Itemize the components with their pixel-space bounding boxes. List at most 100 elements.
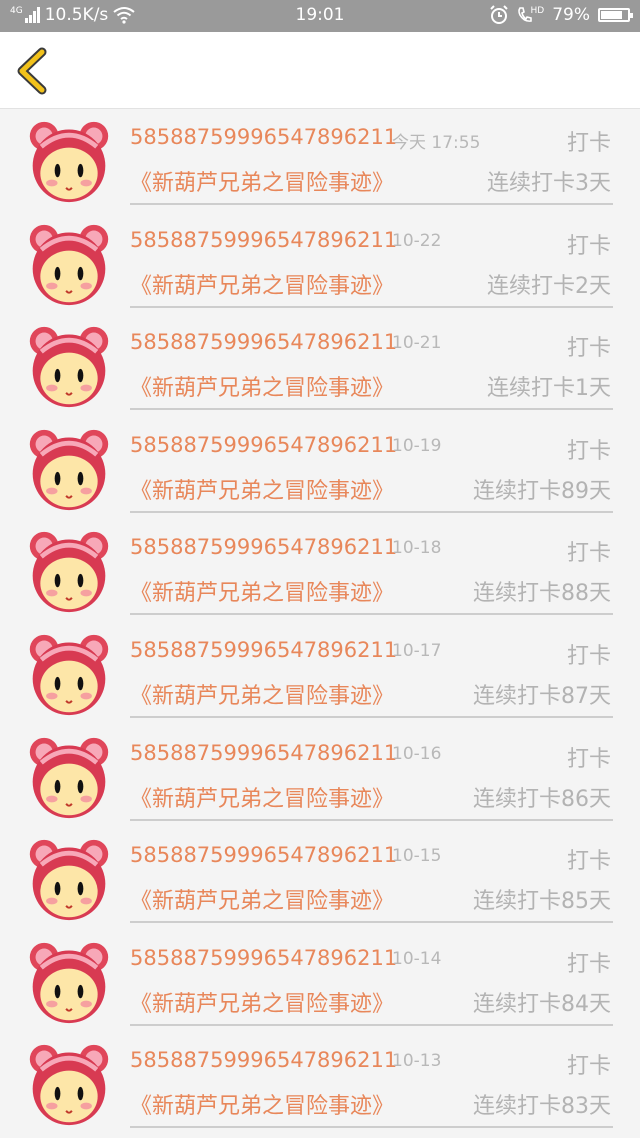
- avatar: [29, 224, 109, 305]
- record-detail-row: 《新葫芦兄弟之冒险事迹》 连续打卡87天: [130, 678, 613, 718]
- checkin-action: 打卡: [566, 131, 611, 156]
- avatar: [29, 737, 109, 818]
- record-detail-row: 《新葫芦兄弟之冒险事迹》 连续打卡2天: [130, 268, 613, 308]
- checkin-action: 打卡: [566, 541, 611, 567]
- alarm-icon: [489, 5, 508, 24]
- record-detail-row: 《新葫芦兄弟之冒险事迹》 连续打卡3天: [130, 165, 613, 205]
- record-detail-row: 《新葫芦兄弟之冒险事迹》 连续打卡89天: [130, 473, 613, 513]
- checkin-streak: 连续打卡86天: [473, 786, 611, 812]
- checkin-date: 10-21: [392, 333, 442, 354]
- checkin-date: 10-16: [392, 743, 442, 764]
- checkin-date: 10-14: [392, 948, 442, 969]
- book-title: 《新葫芦兄弟之冒险事迹》: [130, 273, 395, 299]
- book-title: 《新葫芦兄弟之冒险事迹》: [130, 786, 395, 812]
- book-title: 《新葫芦兄弟之冒险事迹》: [130, 991, 395, 1017]
- hd-label: HD: [530, 6, 545, 16]
- checkin-record-list: 5858875999654789621​1 今天 17:55 打卡 《新葫芦兄弟…: [0, 109, 640, 1135]
- checkin-streak: 连续打卡88天: [473, 581, 611, 607]
- list-item[interactable]: 58588759996547896211 10-22 打卡 《新葫芦兄弟之冒险事…: [0, 212, 640, 315]
- user-id: 58588759996547896211: [130, 1048, 398, 1073]
- checkin-streak: 连续打卡89天: [473, 478, 611, 504]
- book-title: 《新葫芦兄弟之冒险事迹》: [130, 683, 395, 709]
- back-button[interactable]: [12, 46, 56, 96]
- user-id: 58588759996547896211: [130, 740, 398, 765]
- list-item[interactable]: 58588759996547896211 10-19 打卡 《新葫芦兄弟之冒险事…: [0, 417, 640, 520]
- record-header-row: 58588759996547896211 10-22 打卡: [130, 227, 613, 259]
- user-id: 58588759996547896211: [130, 637, 398, 662]
- user-id: 58588759996547896211: [130, 330, 398, 355]
- user-id: 58588759996547896211: [130, 535, 398, 560]
- checkin-streak: 连续打卡1天: [487, 376, 611, 402]
- avatar: [29, 942, 109, 1023]
- record-header-row: 58588759996547896211 10-17 打卡: [130, 637, 613, 669]
- checkin-date: 10-13: [392, 1051, 442, 1072]
- user-id: 58588759996547896211: [130, 843, 398, 868]
- book-title: 《新葫芦兄弟之冒险事迹》: [130, 171, 395, 196]
- list-item[interactable]: 58588759996547896211 10-18 打卡 《新葫芦兄弟之冒险事…: [0, 519, 640, 622]
- battery-percent: 79%: [552, 5, 590, 25]
- checkin-date: 今天 17:55: [392, 133, 481, 153]
- list-item[interactable]: 58588759996547896211 10-17 打卡 《新葫芦兄弟之冒险事…: [0, 622, 640, 725]
- checkin-streak: 连续打卡84天: [473, 991, 611, 1017]
- record-header-row: 58588759996547896211 10-13 打卡: [130, 1048, 613, 1080]
- record-header-row: 58588759996547896211 10-18 打卡: [130, 535, 613, 567]
- list-item[interactable]: 5858875999654789621​1 今天 17:55 打卡 《新葫芦兄弟…: [0, 109, 640, 212]
- nav-bar: [0, 32, 640, 109]
- list-item[interactable]: 58588759996547896211 10-15 打卡 《新葫芦兄弟之冒险事…: [0, 827, 640, 930]
- checkin-streak: 连续打卡87天: [473, 683, 611, 709]
- avatar: [29, 327, 109, 408]
- status-right: HD 79%: [489, 5, 633, 25]
- user-id: 58588759996547896211: [130, 432, 398, 457]
- record-detail-row: 《新葫芦兄弟之冒险事迹》 连续打卡84天: [130, 986, 613, 1026]
- checkin-date: 10-19: [392, 435, 442, 456]
- list-item[interactable]: 58588759996547896211 10-21 打卡 《新葫芦兄弟之冒险事…: [0, 314, 640, 417]
- list-item[interactable]: 58588759996547896211 10-14 打卡 《新葫芦兄弟之冒险事…: [0, 930, 640, 1033]
- checkin-streak: 连续打卡3天: [487, 171, 611, 196]
- checkin-date: 10-18: [392, 538, 442, 559]
- record-header-row: 58588759996547896211 10-15 打卡: [130, 843, 613, 875]
- status-bar: 4G 10.5K/s 19:01 HD 79%: [0, 0, 640, 32]
- record-header-row: 58588759996547896211 10-16 打卡: [130, 740, 613, 772]
- checkin-action: 打卡: [566, 233, 611, 259]
- record-detail-row: 《新葫芦兄弟之冒险事迹》 连续打卡83天: [130, 1088, 613, 1129]
- avatar: [29, 121, 109, 203]
- checkin-action: 打卡: [566, 849, 611, 875]
- checkin-action: 打卡: [566, 1054, 611, 1080]
- list-item[interactable]: 58588759996547896211 10-16 打卡 《新葫芦兄弟之冒险事…: [0, 725, 640, 828]
- checkin-action: 打卡: [566, 336, 611, 362]
- user-id: 58588759996547896211: [130, 945, 398, 970]
- checkin-action: 打卡: [566, 951, 611, 977]
- checkin-date: 10-15: [392, 846, 442, 867]
- record-header-row: 58588759996547896211 10-21 打卡: [130, 330, 613, 362]
- avatar: [29, 634, 109, 716]
- record-detail-row: 《新葫芦兄弟之冒险事迹》 连续打卡88天: [130, 575, 613, 616]
- avatar: [29, 429, 109, 510]
- avatar: [29, 532, 109, 613]
- checkin-date: 10-22: [392, 230, 442, 251]
- checkin-action: 打卡: [566, 746, 611, 772]
- checkin-action: 打卡: [566, 438, 611, 464]
- record-detail-row: 《新葫芦兄弟之冒险事迹》 连续打卡86天: [130, 781, 613, 821]
- book-title: 《新葫芦兄弟之冒险事迹》: [130, 1094, 395, 1120]
- record-detail-row: 《新葫芦兄弟之冒险事迹》 连续打卡1天: [130, 370, 613, 411]
- checkin-date: 10-17: [392, 640, 442, 661]
- record-detail-row: 《新葫芦兄弟之冒险事迹》 连续打卡85天: [130, 883, 613, 924]
- checkin-streak: 连续打卡83天: [473, 1094, 611, 1120]
- avatar: [29, 1045, 109, 1126]
- chevron-left-icon: [17, 47, 47, 95]
- record-header-row: 58588759996547896211 10-14 打卡: [130, 945, 613, 977]
- book-title: 《新葫芦兄弟之冒险事迹》: [130, 376, 395, 402]
- user-id: 5858875999654789621​1: [130, 125, 398, 149]
- avatar: [29, 839, 109, 921]
- call-hd-icon: HD: [517, 6, 545, 24]
- checkin-streak: 连续打卡85天: [473, 889, 611, 915]
- checkin-action: 打卡: [566, 643, 611, 669]
- battery-icon: [598, 8, 633, 22]
- record-header-row: 58588759996547896211 10-19 打卡: [130, 432, 613, 464]
- record-header-row: 5858875999654789621​1 今天 17:55 打卡: [130, 125, 613, 156]
- checkin-streak: 连续打卡2天: [487, 273, 611, 299]
- user-id: 58588759996547896211: [130, 227, 398, 252]
- list-item[interactable]: 58588759996547896211 10-13 打卡 《新葫芦兄弟之冒险事…: [0, 1032, 640, 1135]
- book-title: 《新葫芦兄弟之冒险事迹》: [130, 889, 395, 915]
- book-title: 《新葫芦兄弟之冒险事迹》: [130, 478, 395, 504]
